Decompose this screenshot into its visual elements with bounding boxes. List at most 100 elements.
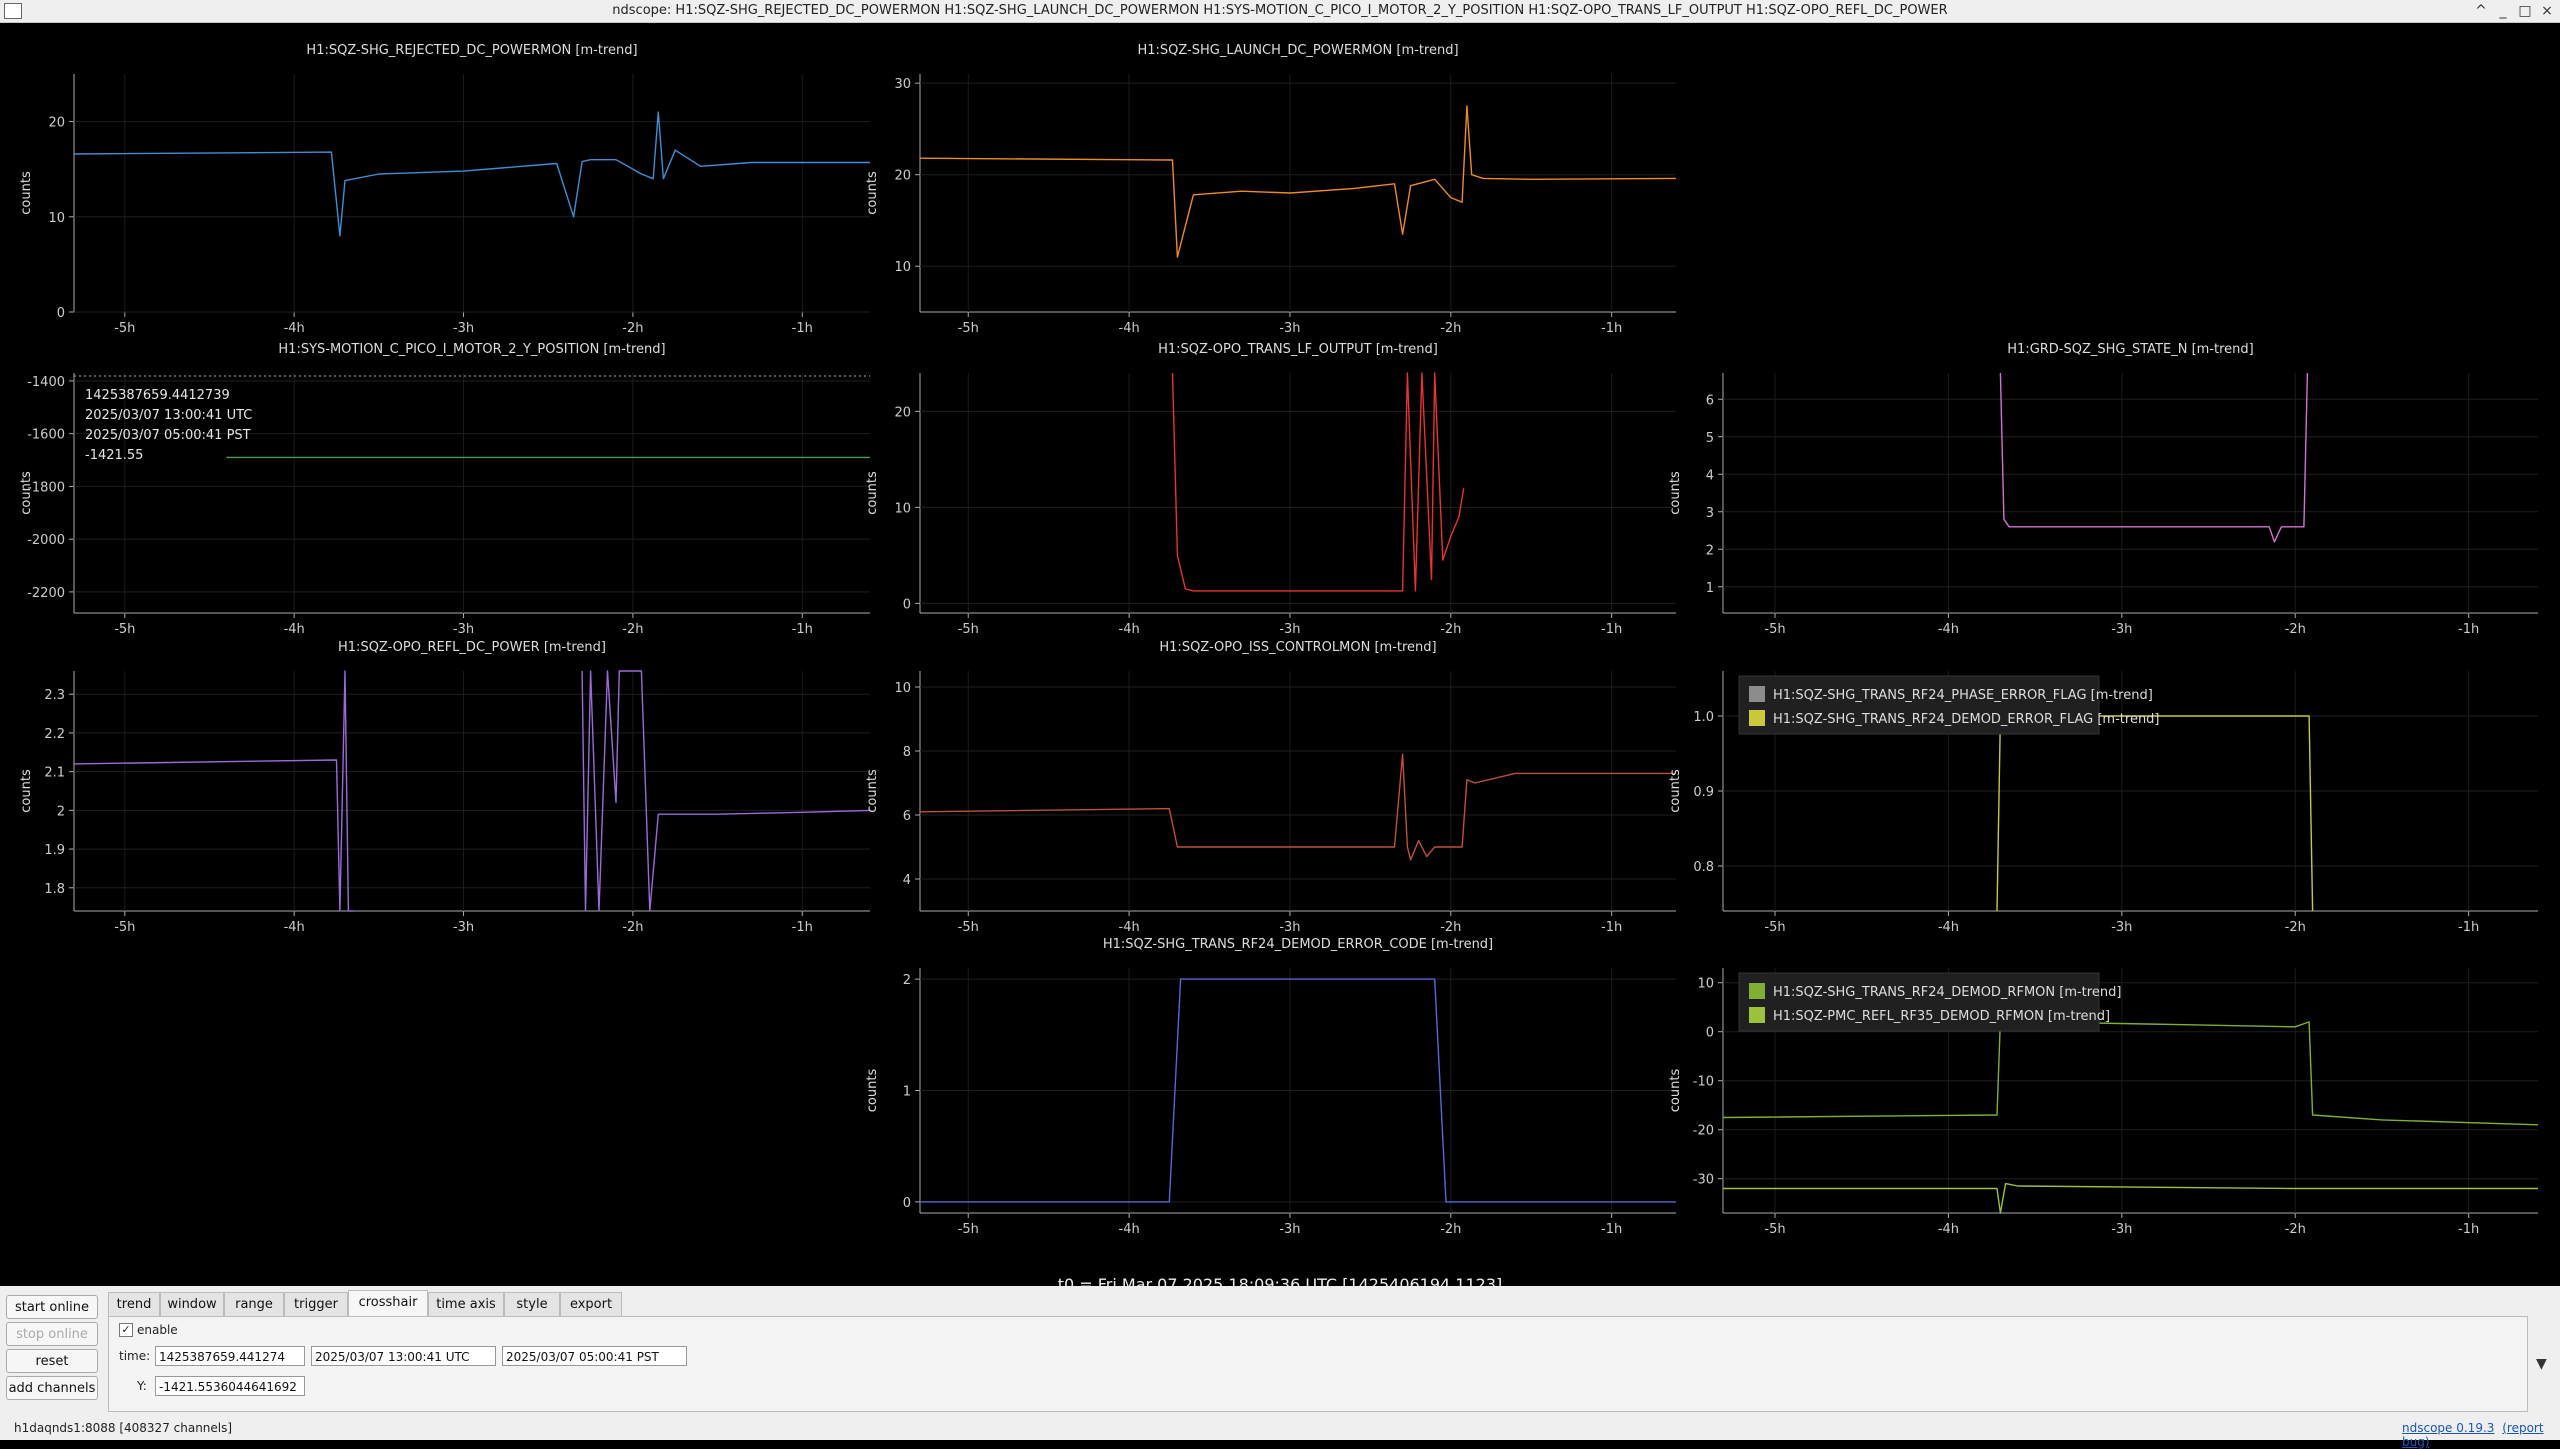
legend: H1:SQZ-SHG_TRANS_RF24_DEMOD_RFMON [m-tre… bbox=[1738, 972, 2121, 1032]
y-tick-label: 1.8 bbox=[44, 882, 65, 897]
y-axis-label: counts bbox=[19, 171, 34, 215]
y-tick-label: 10 bbox=[1697, 977, 1714, 992]
plot-3[interactable]: H1:SQZ-OPO_TRANS_LF_OUTPUT [m-trend] coun… bbox=[865, 342, 1676, 637]
y-tick-label: 4 bbox=[903, 873, 911, 888]
x-tick-label: -4h bbox=[284, 920, 305, 935]
y-axis-label: counts bbox=[865, 171, 880, 215]
plots-canvas[interactable]: H1:SQZ-SHG_REJECTED_DC_POWERMON [m-trend… bbox=[0, 23, 2560, 1285]
legend-swatch bbox=[1749, 686, 1765, 702]
y-tick-label: 1.0 bbox=[1693, 710, 1714, 725]
minimize-button[interactable]: _ bbox=[2492, 1, 2514, 21]
y-tick-label: 6 bbox=[1706, 393, 1714, 408]
y-tick-label: 3 bbox=[1706, 506, 1714, 521]
crosshair-text: -1421.55 bbox=[85, 448, 143, 463]
x-tick-label: -2h bbox=[1440, 920, 1461, 935]
plot-9[interactable]: counts -5h -4h -3h -2h -1h 10 0 -10 -20 -30 H1:SQZ-… bbox=[1668, 968, 2539, 1237]
reset-button[interactable]: reset bbox=[6, 1349, 98, 1373]
x-tick-label: -3h bbox=[1279, 1222, 1300, 1237]
tab-crosshair[interactable]: crosshair bbox=[348, 1290, 428, 1317]
x-tick-label: -1h bbox=[1601, 622, 1622, 637]
y-tick-label: -1400 bbox=[27, 375, 65, 390]
x-tick-label: -2h bbox=[622, 321, 643, 336]
legend-swatch bbox=[1749, 710, 1765, 726]
y-axis-label: counts bbox=[1668, 471, 1683, 515]
x-tick-label: -4h bbox=[1119, 1222, 1140, 1237]
plot-5[interactable]: H1:SQZ-OPO_REFL_DC_POWER [m-trend] counts… bbox=[19, 640, 871, 935]
time-label: time: bbox=[119, 1349, 151, 1363]
expand-arrow-icon[interactable]: ▼ bbox=[2536, 1356, 2547, 1372]
plot-title: H1:SQZ-OPO_REFL_DC_POWER [m-trend] bbox=[338, 640, 606, 655]
x-tick-label: -2h bbox=[622, 622, 643, 637]
y-axis-label: counts bbox=[865, 1069, 880, 1113]
plot-1[interactable]: H1:SQZ-SHG_LAUNCH_DC_POWERMON [m-trend] c… bbox=[865, 43, 1677, 336]
plot-7[interactable]: H1:SQZ-SHG_TRANS_RF24_DEMOD_ERROR_CODE [… bbox=[865, 937, 1676, 1237]
plot-8[interactable]: counts -5h -4h -3h -2h -1h 0.8 0.9 1.0 H1:SQZ-SHG… bbox=[1668, 671, 2538, 935]
plot-4[interactable]: H1:GRD-SQZ_SHG_STATE_N [m-trend] counts -5… bbox=[1668, 342, 2538, 637]
x-tick-label: -1h bbox=[792, 622, 813, 637]
x-tick-label: -5h bbox=[114, 321, 135, 336]
x-tick-label: -5h bbox=[114, 622, 135, 637]
series-line-0 bbox=[1996, 715, 2314, 912]
x-tick-label: -3h bbox=[1279, 321, 1300, 336]
legend-swatch bbox=[1749, 983, 1765, 999]
window-title: ndscope: H1:SQZ-SHG_REJECTED_DC_POWERMON… bbox=[612, 3, 1948, 18]
tab-trend[interactable]: trend bbox=[108, 1292, 160, 1316]
status-bar: h1daqnds1:8088 [408327 channels] ndscope… bbox=[0, 1416, 2560, 1449]
stop-online-button[interactable]: stop online bbox=[6, 1322, 98, 1346]
x-tick-label: -1h bbox=[1601, 321, 1622, 336]
plot-2[interactable]: H1:SYS-MOTION_C_PICO_I_MOTOR_2_Y_POSITIO… bbox=[19, 342, 870, 637]
version-link[interactable]: ndscope 0.19.3 bbox=[2402, 1421, 2494, 1435]
legend-entry: H1:SQZ-PMC_REFL_RF35_DEMOD_RFMON [m-tren… bbox=[1773, 1009, 2110, 1024]
x-tick-label: -5h bbox=[958, 622, 979, 637]
start-online-button[interactable]: start online bbox=[6, 1295, 98, 1319]
x-tick-label: -5h bbox=[1764, 1222, 1785, 1237]
crosshair-panel: ✓ enable time: 1425387659.441274 2025/03… bbox=[108, 1316, 2528, 1412]
tab-range[interactable]: range bbox=[224, 1292, 284, 1316]
x-tick-label: -4h bbox=[284, 622, 305, 637]
plot-title: H1:GRD-SQZ_SHG_STATE_N [m-trend] bbox=[2007, 342, 2253, 357]
y-tick-label: 1.9 bbox=[44, 843, 65, 858]
legend-entry: H1:SQZ-SHG_TRANS_RF24_PHASE_ERROR_FLAG [… bbox=[1773, 688, 2153, 703]
time-pst-field[interactable]: 2025/03/07 05:00:41 PST bbox=[502, 1346, 687, 1366]
plot-title: H1:SYS-MOTION_C_PICO_I_MOTOR_2_Y_POSITIO… bbox=[278, 342, 665, 357]
x-tick-label: -3h bbox=[453, 920, 474, 935]
y-value-field[interactable]: -1421.5536044641692 bbox=[155, 1376, 305, 1396]
x-tick-label: -5h bbox=[958, 920, 979, 935]
x-tick-label: -4h bbox=[1119, 920, 1140, 935]
tab-trigger[interactable]: trigger bbox=[284, 1292, 348, 1316]
enable-checkbox[interactable]: ✓ bbox=[119, 1323, 133, 1337]
y-tick-label: 5 bbox=[1706, 431, 1714, 446]
keep-above-button[interactable]: ^ bbox=[2470, 1, 2492, 21]
x-tick-label: -5h bbox=[114, 920, 135, 935]
x-tick-label: -2h bbox=[1440, 321, 1461, 336]
maximize-button[interactable]: □ bbox=[2514, 1, 2536, 21]
y-tick-label: -2000 bbox=[27, 533, 65, 548]
time-gps-field[interactable]: 1425387659.441274 bbox=[155, 1346, 305, 1366]
y-tick-label: 0 bbox=[903, 1196, 911, 1211]
x-tick-label: -1h bbox=[1601, 920, 1622, 935]
time-utc-field[interactable]: 2025/03/07 13:00:41 UTC bbox=[311, 1346, 496, 1366]
close-button[interactable]: × bbox=[2536, 1, 2558, 21]
add-channels-button[interactable]: add channels bbox=[6, 1376, 98, 1400]
legend-swatch bbox=[1749, 1007, 1765, 1023]
plot-area[interactable]: H1:SQZ-SHG_REJECTED_DC_POWERMON [m-trend… bbox=[0, 23, 2560, 1294]
y-tick-label: -10 bbox=[1693, 1075, 1714, 1090]
y-axis-label: counts bbox=[1668, 769, 1683, 813]
plot-6[interactable]: H1:SQZ-OPO_ISS_CONTROLMON [m-trend] count… bbox=[865, 640, 1676, 935]
plot-0[interactable]: H1:SQZ-SHG_REJECTED_DC_POWERMON [m-trend… bbox=[19, 43, 870, 336]
x-tick-label: -4h bbox=[1938, 1222, 1959, 1237]
x-tick-label: -2h bbox=[1440, 1222, 1461, 1237]
x-tick-label: -3h bbox=[453, 622, 474, 637]
x-tick-label: -3h bbox=[1279, 920, 1300, 935]
y-tick-label: -1800 bbox=[27, 480, 65, 495]
tab-time-axis[interactable]: time axis bbox=[428, 1292, 504, 1316]
y-tick-label: 2.1 bbox=[44, 766, 65, 781]
plot-title: H1:SQZ-OPO_TRANS_LF_OUTPUT [m-trend] bbox=[1158, 342, 1438, 357]
tab-style[interactable]: style bbox=[504, 1292, 560, 1316]
tab-window[interactable]: window bbox=[160, 1292, 224, 1316]
plot-title: H1:SQZ-SHG_LAUNCH_DC_POWERMON [m-trend] bbox=[1137, 43, 1458, 58]
tab-export[interactable]: export bbox=[560, 1292, 622, 1316]
y-tick-label: 10 bbox=[894, 501, 911, 516]
x-tick-label: -2h bbox=[2285, 920, 2306, 935]
x-tick-label: -4h bbox=[1119, 622, 1140, 637]
